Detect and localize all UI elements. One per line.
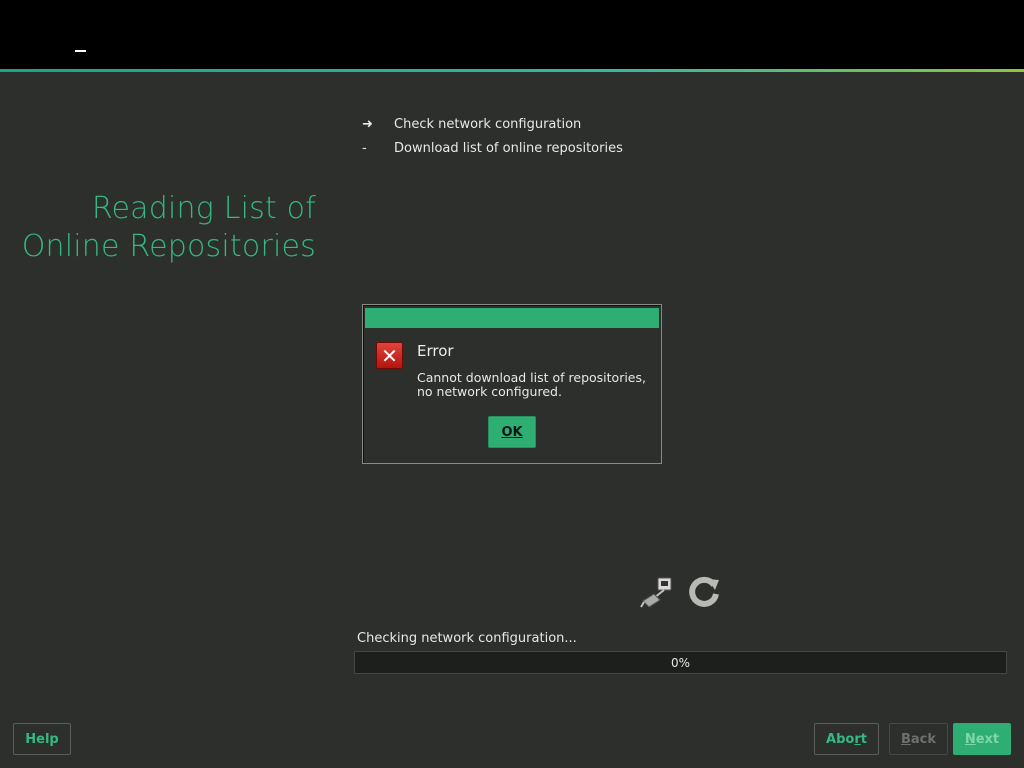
step-item: ➜ Check network configuration [360, 112, 623, 136]
help-button[interactable]: Help [13, 723, 71, 755]
back-button[interactable]: Back [889, 723, 948, 755]
top-bar [0, 0, 1024, 69]
step-label: Download list of online repositories [394, 140, 623, 156]
step-item: - Download list of online repositories [360, 136, 623, 160]
abort-button-label: Abort [826, 731, 867, 747]
current-step-arrow-icon: ➜ [362, 116, 373, 132]
refresh-icon [689, 576, 719, 607]
error-dialog: ✕ Error Cannot download list of reposito… [362, 304, 662, 464]
pending-step-dash-icon: - [362, 140, 367, 156]
progress-label: 0% [670, 655, 691, 670]
status-text: Checking network configuration... [357, 631, 577, 646]
step-list: ➜ Check network configuration - Download… [360, 112, 623, 160]
page-title: Reading List of Online Repositories [21, 191, 316, 264]
next-button-label: Next [964, 731, 1000, 747]
logo-icon [75, 50, 86, 52]
ok-button[interactable]: OK [488, 416, 536, 448]
abort-button[interactable]: Abort [814, 723, 879, 755]
next-button[interactable]: Next [953, 723, 1011, 755]
step-label: Check network configuration [394, 116, 582, 132]
back-button-label: Back [900, 731, 937, 747]
error-icon: ✕ [376, 342, 403, 369]
header-accent-line [0, 69, 1024, 72]
dialog-message: Cannot download list of repositories, no… [417, 370, 646, 399]
dialog-titlebar [365, 308, 659, 328]
progress-bar: 0% [354, 651, 1007, 674]
network-icon [640, 577, 672, 608]
dialog-heading: Error [417, 342, 454, 360]
